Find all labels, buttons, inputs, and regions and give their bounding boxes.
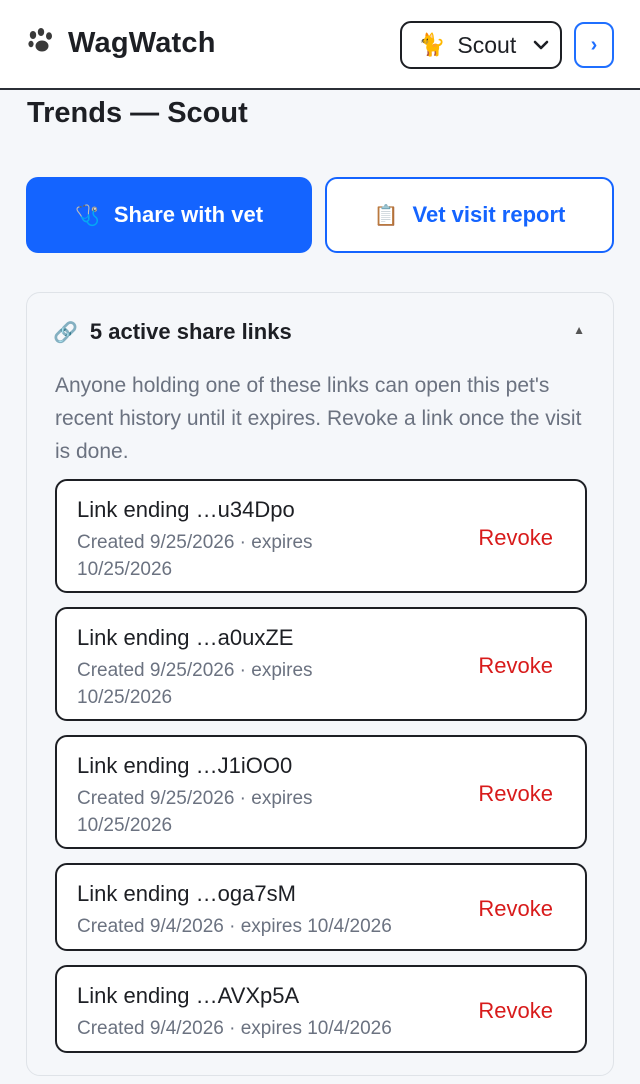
revoke-button[interactable]: Revoke xyxy=(478,781,553,807)
cat-icon: 🐈 xyxy=(418,32,446,57)
share-link-card: Link ending …u34Dpo Created 9/25/2026 · … xyxy=(55,479,587,593)
pet-selector[interactable]: 🐈 Scout xyxy=(400,21,562,69)
collapse-icon[interactable]: ▲ xyxy=(573,323,585,337)
share-link-dates: Created 9/25/2026 · expires 10/25/2026 xyxy=(77,532,313,580)
share-links-description: Anyone holding one of these links can op… xyxy=(55,374,582,463)
share-link-dates: Created 9/4/2026 · expires 10/4/2026 xyxy=(77,916,392,937)
share-link-card: Link ending …J1iOO0 Created 9/25/2026 · … xyxy=(55,735,587,849)
share-link-name: Link ending …oga7sM xyxy=(77,881,296,906)
share-link-name: Link ending …a0uxZE xyxy=(77,625,294,650)
share-link-name: Link ending …u34Dpo xyxy=(77,497,295,522)
share-link-name: Link ending …J1iOO0 xyxy=(77,753,293,778)
paw-icon xyxy=(28,28,52,52)
share-link-card: Link ending …AVXp5A Created 9/4/2026 · e… xyxy=(55,965,587,1053)
stethoscope-icon: 🩺 xyxy=(74,204,100,227)
share-link-dates: Created 9/25/2026 · expires 10/25/2026 xyxy=(77,788,313,836)
link-icon: 🔗 xyxy=(53,321,78,344)
pet-selector-value: Scout xyxy=(457,31,517,58)
next-pet-button[interactable]: › xyxy=(574,22,614,68)
page-title: Trends — Scout xyxy=(27,97,248,129)
app-header: WagWatch 🐈 Scout › xyxy=(0,0,640,90)
share-links-panel: 🔗 5 active share links ▲ Anyone holding … xyxy=(26,292,614,1076)
share-link-dates: Created 9/25/2026 · expires 10/25/2026 xyxy=(77,660,313,708)
revoke-button[interactable]: Revoke xyxy=(478,998,553,1024)
share-link-card: Link ending …oga7sM Created 9/4/2026 · e… xyxy=(55,863,587,951)
vet-visit-report-button[interactable]: 📋 Vet visit report xyxy=(325,177,614,253)
share-links-title: 5 active share links xyxy=(89,319,292,344)
revoke-button[interactable]: Revoke xyxy=(478,653,553,679)
share-link-dates: Created 9/4/2026 · expires 10/4/2026 xyxy=(77,1018,392,1039)
clipboard-icon: 📋 xyxy=(373,204,399,227)
revoke-button[interactable]: Revoke xyxy=(478,525,553,551)
share-link-card: Link ending …a0uxZE Created 9/25/2026 · … xyxy=(55,607,587,721)
share-with-vet-button[interactable]: 🩺 Share with vet xyxy=(26,177,312,253)
share-with-vet-label: Share with vet xyxy=(113,202,264,227)
vet-visit-report-label: Vet visit report xyxy=(412,202,566,227)
brand[interactable]: WagWatch xyxy=(24,26,216,60)
share-link-name: Link ending …AVXp5A xyxy=(77,983,300,1008)
revoke-button[interactable]: Revoke xyxy=(478,896,553,922)
share-links-toggle[interactable]: 🔗 5 active share links ▲ xyxy=(53,317,589,347)
chevron-down-icon xyxy=(533,40,549,50)
app-name: WagWatch xyxy=(68,26,216,59)
